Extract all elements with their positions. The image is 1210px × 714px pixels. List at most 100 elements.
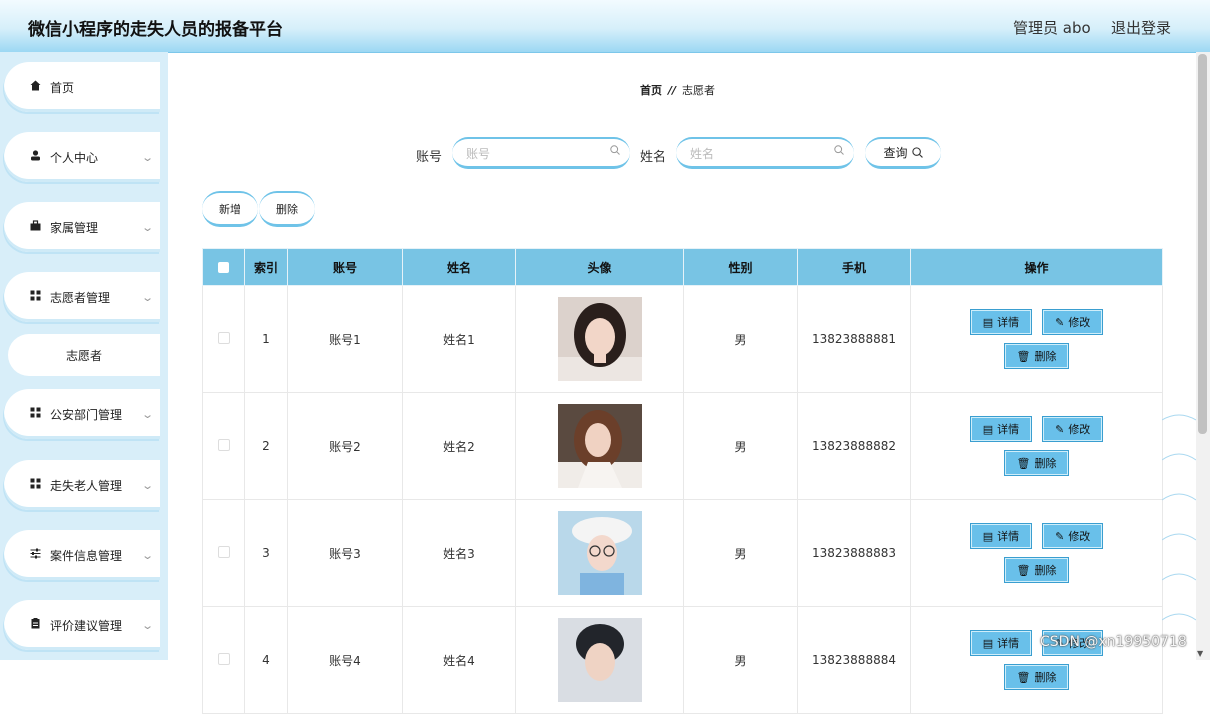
trash-icon: 🗑	[1016, 563, 1031, 577]
operations-cell: ▤ 详情 ✎ 修改 🗑 删除	[910, 392, 1163, 500]
trash-icon: 🗑	[1016, 670, 1031, 684]
scroll-down-arrow-icon[interactable]: ▼	[1197, 649, 1203, 658]
name-cell: 姓名1	[402, 285, 516, 393]
search-icon	[911, 147, 923, 158]
home-icon	[28, 80, 42, 94]
detail-label: 详情	[997, 530, 1020, 543]
detail-button[interactable]: ▤ 详情	[969, 630, 1033, 656]
document-icon: ▤	[982, 422, 994, 436]
sidebar-item-feedback[interactable]: 评价建议管理 ⌄	[4, 600, 160, 650]
sidebar-item-label: 首页	[50, 80, 75, 95]
name-cell: 姓名4	[402, 606, 516, 714]
app-title: 微信小程序的走失人员的报备平台	[28, 20, 283, 40]
breadcrumb-current: 志愿者	[682, 84, 716, 97]
sidebar-item-label: 案件信息管理	[50, 548, 123, 563]
delete-label: 删除	[1034, 564, 1057, 577]
row-checkbox[interactable]	[217, 545, 230, 558]
column-header: 姓名	[402, 248, 516, 286]
table-row: 4 账号4 姓名4 男 13823888884 ▤ 详情 ✎ 修改 🗑 删除	[202, 606, 1163, 714]
chevron-down-icon: ⌄	[140, 150, 154, 164]
column-header: 头像	[515, 248, 684, 286]
select-all-checkbox[interactable]	[218, 262, 229, 273]
account-cell: 账号2	[287, 392, 403, 500]
sidebar-item-family[interactable]: 家属管理 ⌄	[4, 202, 160, 252]
phone-cell: 13823888884	[797, 606, 911, 714]
edit-button[interactable]: ✎ 修改	[1042, 309, 1104, 335]
detail-button[interactable]: ▤ 详情	[969, 309, 1033, 335]
chevron-down-icon: ⌄	[140, 618, 154, 632]
sidebar-subitem-volunteer[interactable]: 志愿者	[8, 334, 160, 376]
column-header: 索引	[244, 248, 288, 286]
sidebar: 首页 个人中心 ⌄ 家属管理 ⌄ 志愿者管理 ⌄ 志愿者 公安部门管理 ⌄ 走失…	[0, 52, 168, 660]
column-header: 性别	[683, 248, 798, 286]
search-icon	[610, 145, 620, 155]
account-search-label: 账号	[416, 150, 443, 165]
scrollbar-thumb[interactable]	[1198, 54, 1207, 434]
delete-button[interactable]: 🗑 删除	[1003, 343, 1070, 369]
sidebar-item-case-info[interactable]: 案件信息管理 ⌄	[4, 530, 160, 580]
row-select-cell	[202, 499, 245, 607]
sidebar-item-label: 评价建议管理	[50, 618, 123, 633]
document-icon: ▤	[982, 529, 994, 543]
table-row: 1 账号1 姓名1 男 13823888881 ▤ 详情 ✎ 修改 🗑 删除	[202, 285, 1163, 393]
delete-button[interactable]: 🗑 删除	[1003, 664, 1070, 690]
page-scrollbar[interactable]: ▼	[1196, 52, 1210, 660]
sidebar-item-personal-center[interactable]: 个人中心 ⌄	[4, 132, 160, 182]
top-header: 微信小程序的走失人员的报备平台 管理员 abo 退出登录	[0, 0, 1210, 53]
chevron-down-icon: ⌄	[140, 548, 154, 562]
column-header: 手机	[797, 248, 911, 286]
phone-cell: 13823888881	[797, 285, 911, 393]
index-cell: 4	[244, 606, 288, 714]
row-checkbox[interactable]	[217, 652, 230, 665]
gender-cell: 男	[683, 285, 798, 393]
breadcrumb-home[interactable]: 首页	[640, 84, 662, 97]
sidebar-item-police-mgmt[interactable]: 公安部门管理 ⌄	[4, 389, 160, 439]
avatar-image	[557, 511, 642, 595]
user-icon	[28, 150, 42, 164]
detail-label: 详情	[997, 423, 1020, 436]
column-header: 操作	[910, 248, 1163, 286]
batch-delete-button[interactable]: 删除	[259, 191, 315, 227]
volunteer-table: 索引 账号 姓名 头像 性别 手机 操作 1 账号1 姓名1 男 1382388…	[202, 248, 1163, 714]
table-row: 2 账号2 姓名2 男 13823888882 ▤ 详情 ✎ 修改 🗑 删除	[202, 392, 1163, 500]
sidebar-item-missing-elderly[interactable]: 走失老人管理 ⌄	[4, 460, 160, 510]
sidebar-item-volunteer-mgmt[interactable]: 志愿者管理 ⌄	[4, 272, 160, 322]
account-cell: 账号1	[287, 285, 403, 393]
grid-icon	[28, 407, 42, 421]
breadcrumb-separator: //	[668, 84, 677, 97]
name-search-input[interactable]	[688, 144, 832, 164]
delete-button[interactable]: 🗑 删除	[1003, 450, 1070, 476]
account-search-input[interactable]	[464, 144, 608, 164]
sidebar-item-home[interactable]: 首页	[4, 62, 160, 112]
index-cell: 3	[244, 499, 288, 607]
avatar-cell	[515, 285, 684, 393]
account-cell: 账号4	[287, 606, 403, 714]
chevron-down-icon: ⌄	[140, 478, 154, 492]
query-button[interactable]: 查询	[865, 137, 941, 169]
operations-cell: ▤ 详情 ✎ 修改 🗑 删除	[910, 285, 1163, 393]
row-checkbox[interactable]	[217, 331, 230, 344]
briefcase-icon	[28, 220, 42, 234]
name-cell: 姓名3	[402, 499, 516, 607]
delete-button[interactable]: 🗑 删除	[1003, 557, 1070, 583]
column-header: 账号	[287, 248, 403, 286]
row-checkbox[interactable]	[217, 438, 230, 451]
avatar-image	[557, 618, 642, 702]
search-icon	[834, 145, 844, 155]
sidebar-item-label: 走失老人管理	[50, 478, 123, 493]
sidebar-item-label: 志愿者管理	[50, 290, 111, 305]
trash-icon: 🗑	[1016, 349, 1031, 363]
phone-cell: 13823888882	[797, 392, 911, 500]
edit-button[interactable]: ✎ 修改	[1042, 416, 1104, 442]
pencil-icon: ✎	[1055, 422, 1065, 436]
name-cell: 姓名2	[402, 392, 516, 500]
add-button[interactable]: 新增	[202, 191, 258, 227]
select-all-header[interactable]	[202, 248, 245, 286]
sidebar-item-label: 家属管理	[50, 220, 99, 235]
logout-link[interactable]: 退出登录	[1111, 17, 1171, 38]
edit-button[interactable]: ✎ 修改	[1042, 523, 1104, 549]
name-search-label: 姓名	[640, 150, 667, 165]
detail-button[interactable]: ▤ 详情	[969, 523, 1033, 549]
gender-cell: 男	[683, 392, 798, 500]
detail-button[interactable]: ▤ 详情	[969, 416, 1033, 442]
